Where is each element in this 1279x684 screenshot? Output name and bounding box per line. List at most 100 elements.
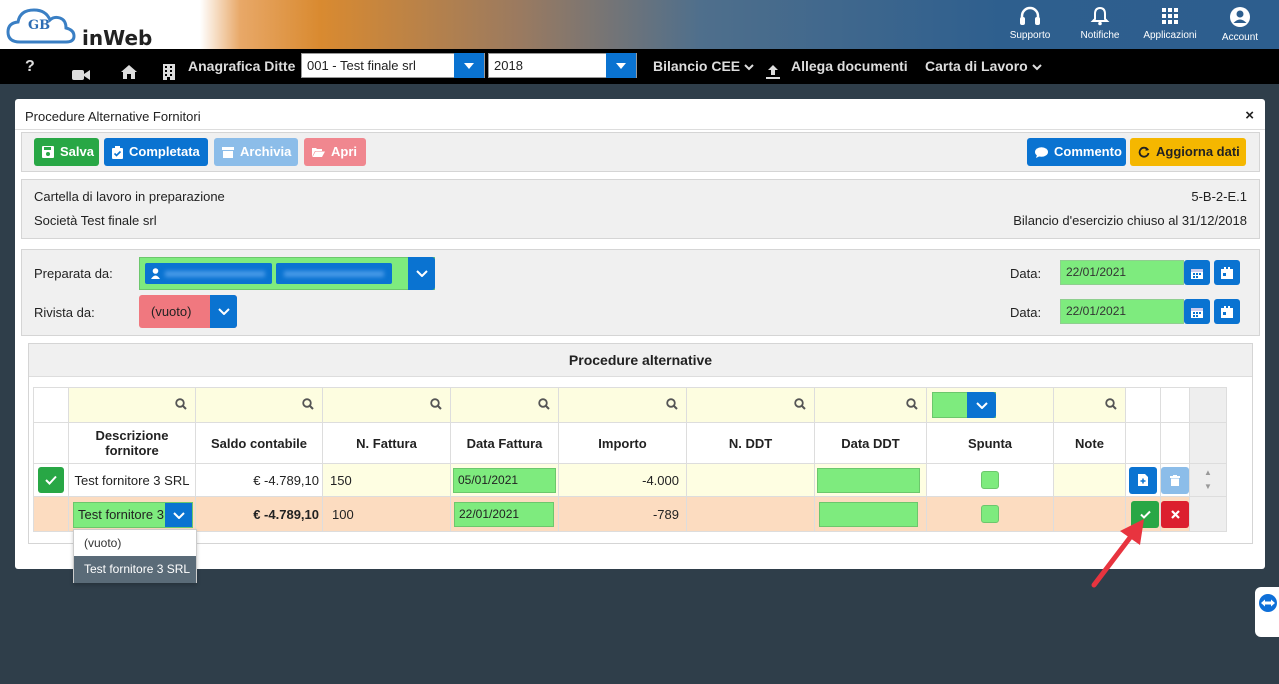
add-document-button[interactable]	[1129, 466, 1157, 494]
n-fattura-cell[interactable]: 100	[322, 496, 451, 532]
filter-cell[interactable]	[195, 387, 323, 423]
chevron-down-icon[interactable]	[165, 503, 192, 527]
calendar-today-button[interactable]	[1214, 260, 1240, 285]
app-logo[interactable]: GB inWeb	[6, 4, 152, 50]
spunta-cell[interactable]	[926, 496, 1054, 532]
chevron-down-icon[interactable]	[408, 257, 435, 290]
filter-cell[interactable]	[322, 387, 451, 423]
dropdown-option[interactable]: (vuoto)	[74, 530, 196, 556]
column-header[interactable]: Data DDT	[814, 422, 927, 464]
user-tag[interactable]	[276, 263, 392, 284]
filter-cell[interactable]	[686, 387, 815, 423]
filter-cell[interactable]	[68, 387, 196, 423]
carta-di-lavoro-menu[interactable]: Carta di Lavoro	[925, 49, 1042, 84]
search-icon[interactable]	[430, 397, 442, 410]
column-header[interactable]: N. Fattura	[322, 422, 451, 464]
clipboard-check-icon	[112, 145, 123, 159]
account-button[interactable]: Account	[1210, 4, 1270, 43]
row-select-cell[interactable]	[33, 463, 69, 497]
apps-button[interactable]: Applicazioni	[1140, 4, 1200, 41]
filter-cell[interactable]	[814, 387, 927, 423]
year-select[interactable]: 2018	[488, 53, 637, 78]
search-icon[interactable]	[906, 397, 918, 410]
calendar-button[interactable]	[1184, 260, 1210, 285]
fornitore-select[interactable]: Test fornitore 3 SRL	[73, 502, 193, 528]
calendar-button[interactable]	[1184, 299, 1210, 324]
notifications-button[interactable]: Notifiche	[1070, 4, 1130, 41]
commento-button[interactable]: Commento	[1027, 138, 1126, 166]
check-icon[interactable]	[38, 467, 64, 493]
video-button[interactable]	[72, 59, 90, 80]
data-fattura-cell[interactable]: 22/01/2021	[450, 496, 559, 532]
data-fattura-input[interactable]: 05/01/2021	[453, 468, 556, 493]
archivia-button[interactable]: Archivia	[214, 138, 298, 166]
data-ddt-cell[interactable]	[814, 496, 927, 532]
n-ddt-cell[interactable]	[686, 496, 815, 532]
filter-cell[interactable]	[558, 387, 687, 423]
info-panel: Cartella di lavoro in preparazione 5-B-2…	[21, 179, 1260, 239]
column-header[interactable]: Note	[1053, 422, 1126, 464]
importo-cell[interactable]: -789	[558, 496, 687, 532]
dropdown-option-selected[interactable]: Test fornitore 3 SRL	[74, 556, 196, 583]
spunta-cell[interactable]	[926, 463, 1054, 497]
delete-button[interactable]	[1161, 466, 1189, 494]
search-icon[interactable]	[1105, 397, 1117, 410]
column-header[interactable]: N. DDT	[686, 422, 815, 464]
user-tag[interactable]	[145, 263, 272, 284]
completata-button[interactable]: Completata	[104, 138, 208, 166]
column-header[interactable]: Importo	[558, 422, 687, 464]
rivista-select[interactable]: (vuoto)	[139, 295, 237, 328]
comment-icon	[1035, 146, 1048, 158]
anagrafica-ditte-link[interactable]: Anagrafica Ditte	[188, 49, 295, 84]
n-ddt-cell[interactable]	[686, 463, 815, 497]
bilancio-cee-menu[interactable]: Bilancio CEE	[653, 49, 754, 84]
filter-cell[interactable]	[450, 387, 559, 423]
fornitore-edit-cell[interactable]: Test fornitore 3 SRL	[68, 496, 196, 532]
search-icon[interactable]	[794, 397, 806, 410]
salva-button[interactable]: Salva	[34, 138, 99, 166]
data-ddt-input[interactable]	[819, 502, 918, 527]
filter-spunta-cell[interactable]	[926, 387, 1054, 423]
spunta-checkbox[interactable]	[981, 471, 999, 489]
aggiorna-dati-button[interactable]: Aggiorna dati	[1130, 138, 1246, 166]
scrollbar[interactable]: ▲ ▼	[1189, 463, 1227, 497]
note-cell[interactable]	[1053, 463, 1126, 497]
upload-icon	[765, 58, 781, 79]
close-icon[interactable]: ×	[1245, 107, 1254, 124]
chevron-down-icon	[210, 295, 237, 328]
column-header[interactable]: Saldo contabile	[195, 422, 323, 464]
archivia-label: Archivia	[240, 144, 292, 159]
search-icon[interactable]	[175, 397, 187, 410]
apri-button[interactable]: Apri	[304, 138, 366, 166]
data-preparata-input[interactable]: 22/01/2021	[1060, 260, 1184, 285]
column-header[interactable]: Spunta	[926, 422, 1054, 464]
chevron-down-icon	[606, 53, 636, 78]
calendar-today-button[interactable]	[1214, 299, 1240, 324]
support-button[interactable]: Supporto	[1000, 4, 1060, 41]
allega-documenti-link[interactable]: Allega documenti	[791, 49, 908, 84]
divider	[15, 129, 1265, 130]
search-icon[interactable]	[302, 397, 314, 410]
data-fattura-cell[interactable]: 05/01/2021	[450, 463, 559, 497]
column-header[interactable]: Data Fattura	[450, 422, 559, 464]
search-icon[interactable]	[666, 397, 678, 410]
teamviewer-tab[interactable]	[1255, 587, 1279, 637]
data-ddt-cell[interactable]	[814, 463, 927, 497]
search-icon[interactable]	[538, 397, 550, 410]
column-header[interactable]: Descrizione fornitore	[68, 422, 196, 464]
data-ddt-input[interactable]	[817, 468, 920, 493]
filter-cell[interactable]	[1053, 387, 1126, 423]
help-button[interactable]: ?	[25, 49, 35, 84]
data-rivista-input[interactable]: 22/01/2021	[1060, 299, 1184, 324]
spunta-filter-select[interactable]	[932, 392, 996, 418]
home-button[interactable]	[120, 58, 138, 79]
company-select[interactable]: 001 - Test finale srl	[301, 53, 485, 78]
preparata-select[interactable]	[139, 257, 435, 290]
spunta-checkbox[interactable]	[981, 505, 999, 523]
importo-cell[interactable]: -4.000	[558, 463, 687, 497]
chevron-down-icon	[1031, 64, 1042, 71]
cancel-button[interactable]	[1161, 500, 1189, 528]
code-text: 5-B-2-E.1	[1191, 189, 1247, 204]
data-fattura-input[interactable]: 22/01/2021	[454, 502, 554, 527]
n-fattura-cell[interactable]: 150	[322, 463, 451, 497]
